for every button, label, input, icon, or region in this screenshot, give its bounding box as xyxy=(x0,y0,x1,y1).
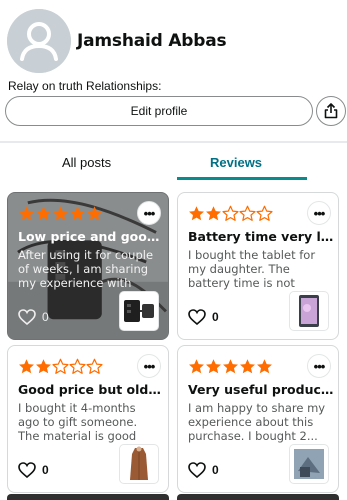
person-silhouette-icon xyxy=(7,9,71,73)
review-title: Very useful products xyxy=(188,382,334,397)
star-filled-icon xyxy=(87,206,102,221)
review-card[interactable]: ••• Low price and good ... After using i… xyxy=(7,192,169,340)
tab-all-posts[interactable]: All posts xyxy=(62,155,111,170)
like-button[interactable]: 0 xyxy=(188,462,219,478)
heart-icon xyxy=(188,309,206,325)
star-filled-icon xyxy=(70,206,85,221)
usb-charger-image xyxy=(124,300,154,322)
avatar[interactable] xyxy=(7,9,71,73)
review-title: Battery time very less. xyxy=(188,229,334,244)
star-rating xyxy=(18,205,103,223)
profile-header: Jamshaid Abbas Relay on truth Relationsh… xyxy=(0,0,347,140)
review-card[interactable]: ••• Battery time very less. I bought the… xyxy=(177,192,339,340)
star-filled-icon xyxy=(189,206,204,221)
like-count: 0 xyxy=(42,310,49,324)
product-thumbnail[interactable] xyxy=(289,291,329,331)
next-row-card-peek xyxy=(7,494,169,500)
star-empty-icon xyxy=(222,205,239,221)
review-body: After using it for couple of weeks, I am… xyxy=(18,248,154,290)
tab-bar: All posts Reviews xyxy=(0,143,347,183)
like-count: 0 xyxy=(212,310,219,324)
user-name: Jamshaid Abbas xyxy=(77,31,227,51)
star-empty-icon xyxy=(256,205,273,221)
product-thumbnail[interactable] xyxy=(119,291,159,331)
star-filled-icon xyxy=(36,359,51,374)
more-options-button[interactable]: ••• xyxy=(307,354,331,378)
more-options-button[interactable]: ••• xyxy=(137,354,161,378)
brown-coat-image xyxy=(130,446,148,480)
review-card[interactable]: ••• Very useful products I am happy to s… xyxy=(177,345,339,493)
star-rating xyxy=(188,358,273,376)
review-title: Good price but old d... xyxy=(18,382,164,397)
star-rating xyxy=(18,358,103,376)
tab-reviews[interactable]: Reviews xyxy=(210,155,262,170)
more-options-button[interactable]: ••• xyxy=(137,201,161,225)
star-filled-icon xyxy=(240,359,255,374)
star-filled-icon xyxy=(36,206,51,221)
more-options-button[interactable]: ••• xyxy=(307,201,331,225)
more-options-icon: ••• xyxy=(313,205,326,221)
next-row-card-peek xyxy=(177,494,339,500)
star-filled-icon xyxy=(189,359,204,374)
more-options-icon: ••• xyxy=(313,358,326,374)
star-filled-icon xyxy=(206,206,221,221)
star-filled-icon xyxy=(53,206,68,221)
review-body: I bought it 4-months ago to gift someone… xyxy=(18,401,138,443)
like-button[interactable]: 0 xyxy=(18,309,49,325)
tablet-image xyxy=(299,295,319,327)
product-thumbnail[interactable] xyxy=(119,444,159,484)
profile-tagline: Relay on truth Relationships: xyxy=(8,79,162,93)
review-card[interactable]: ••• Good price but old d... I bought it … xyxy=(7,345,169,493)
like-button[interactable]: 0 xyxy=(18,462,49,478)
star-filled-icon xyxy=(206,359,221,374)
star-empty-icon xyxy=(86,358,103,374)
heart-icon xyxy=(18,309,36,325)
star-filled-icon xyxy=(19,206,34,221)
more-options-icon: ••• xyxy=(143,358,156,374)
share-button[interactable] xyxy=(316,96,346,126)
more-options-icon: ••• xyxy=(143,205,156,221)
product-thumbnail[interactable] xyxy=(289,444,329,484)
review-title: Low price and good ... xyxy=(18,229,164,244)
heart-icon xyxy=(188,462,206,478)
star-empty-icon xyxy=(239,205,256,221)
star-empty-icon xyxy=(52,358,69,374)
product-photo-image xyxy=(294,449,324,479)
review-body: I bought the tablet for my daughter. The… xyxy=(188,248,316,290)
like-count: 0 xyxy=(42,463,49,477)
like-button[interactable]: 0 xyxy=(188,309,219,325)
edit-profile-button[interactable]: Edit profile xyxy=(5,96,313,126)
share-icon xyxy=(324,103,338,119)
star-filled-icon xyxy=(257,359,272,374)
star-empty-icon xyxy=(69,358,86,374)
like-count: 0 xyxy=(212,463,219,477)
star-filled-icon xyxy=(19,359,34,374)
review-body: I am happy to share my experience about … xyxy=(188,401,326,443)
heart-icon xyxy=(18,462,36,478)
active-tab-indicator xyxy=(177,177,307,180)
star-filled-icon xyxy=(223,359,238,374)
star-rating xyxy=(188,205,273,223)
